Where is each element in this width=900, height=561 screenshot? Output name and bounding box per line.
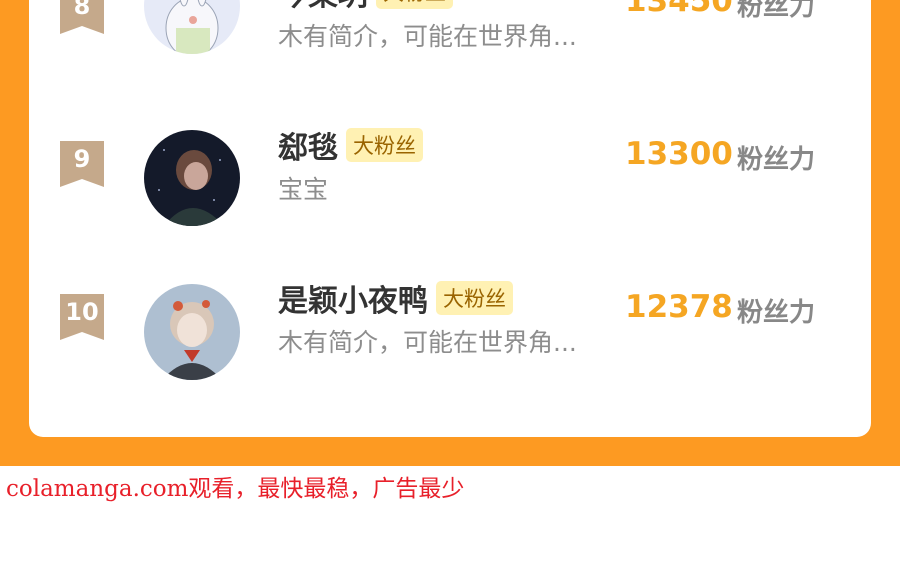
fan-score-unit: 粉丝力 [737,145,816,175]
avatar[interactable] [144,130,240,226]
fan-score: 12378 [625,289,733,325]
big-fan-badge: 大粉丝 [376,0,453,9]
fan-score: 13300 [625,136,733,172]
rank-ribbon: 10 [60,294,104,340]
user-name[interactable]: 郄毯 大粉丝 [278,123,423,167]
user-intro: 木有简介，可能在世界角... [278,22,577,51]
avatar[interactable] [144,284,240,380]
user-name[interactable]: 岑渠玥大粉丝 [278,0,453,14]
rank-number: 10 [65,298,99,326]
watermark-text: colamanga.com观看，最快最稳，广告最少 [6,476,465,502]
user-name-text: 是颖小夜鸭 [278,284,428,319]
rank-number: 8 [73,0,91,20]
orange-frame: 8 岑渠玥大粉丝 木有简介，可能在世界角... 13450 粉丝力 [0,0,900,466]
ranking-row[interactable]: 10 是颖小夜鸭 大粉丝 木有简介，可能在世界角... 12378 粉丝力 [29,268,871,380]
fan-ranking-card: 8 岑渠玥大粉丝 木有简介，可能在世界角... 13450 粉丝力 [29,0,871,437]
big-fan-badge: 大粉丝 [436,281,513,315]
ranking-row[interactable]: 9 郄毯 大粉丝 宝宝 13300 粉丝力 [29,115,871,226]
rank-ribbon: 9 [60,141,104,187]
user-name[interactable]: 是颖小夜鸭 大粉丝 [278,276,513,320]
rank-ribbon: 8 [60,0,104,34]
big-fan-badge: 大粉丝 [346,128,423,162]
ranking-row[interactable]: 8 岑渠玥大粉丝 木有简介，可能在世界角... 13450 粉丝力 [29,0,871,72]
user-name-text: 郄毯 [278,131,338,166]
fan-score: 13450 [625,0,733,19]
fan-score-unit: 粉丝力 [737,0,816,22]
user-intro: 宝宝 [278,175,329,204]
user-intro: 木有简介，可能在世界角... [278,328,577,357]
user-name-text: 岑渠玥 [278,0,368,13]
fan-score-unit: 粉丝力 [737,298,816,328]
rank-number: 9 [73,145,91,173]
avatar[interactable] [144,0,240,54]
